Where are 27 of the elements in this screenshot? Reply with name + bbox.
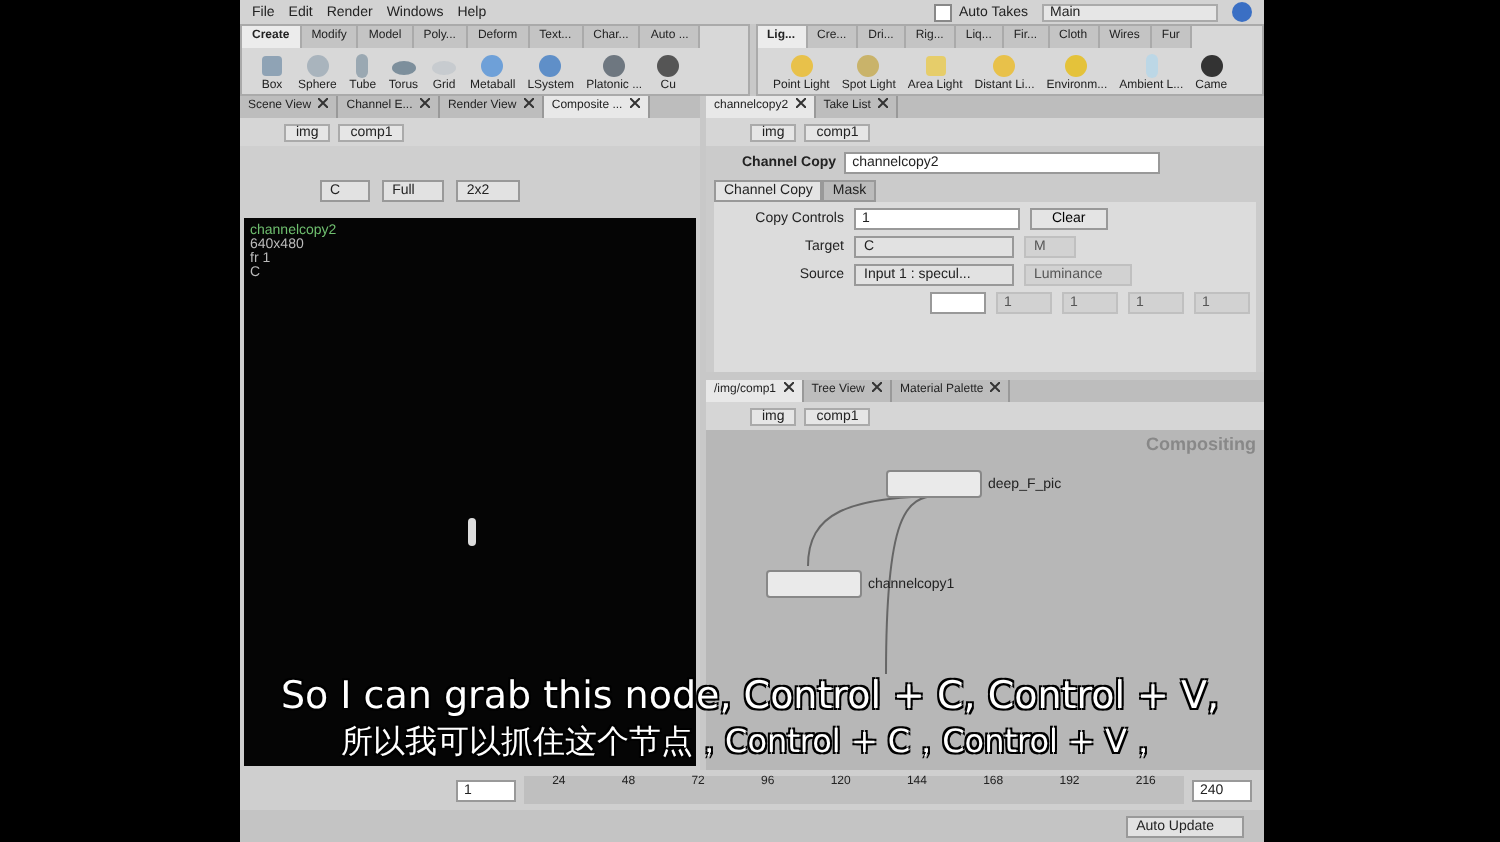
tool-icon [600, 52, 629, 80]
component-field[interactable] [930, 292, 986, 314]
close-icon[interactable] [795, 98, 806, 108]
tool-icon [303, 52, 332, 80]
close-icon[interactable] [990, 382, 1001, 392]
close-icon[interactable] [783, 382, 794, 392]
image-highlight [468, 518, 476, 546]
help-icon[interactable] [1232, 2, 1252, 22]
close-icon[interactable] [629, 98, 640, 108]
tool-icon [854, 52, 883, 80]
tool-icon [536, 52, 565, 80]
tool-icon [787, 52, 816, 80]
close-icon[interactable] [872, 382, 883, 392]
close-icon[interactable] [878, 98, 889, 108]
tool-icon [990, 52, 1019, 80]
tool-icon [654, 52, 683, 80]
close-icon[interactable] [523, 98, 534, 108]
node-tile[interactable] [886, 470, 982, 498]
subtitle: 所以我可以抓住这个节点，Control + C，Control + V， [341, 722, 1159, 764]
tool-icon [1197, 52, 1226, 80]
close-icon[interactable] [419, 98, 430, 108]
tool-icon [478, 52, 507, 80]
tool-icon [1062, 52, 1091, 80]
node-tile[interactable] [766, 570, 862, 598]
tool-icon [258, 52, 286, 80]
tool-icon [921, 52, 950, 80]
close-icon[interactable] [318, 98, 329, 108]
